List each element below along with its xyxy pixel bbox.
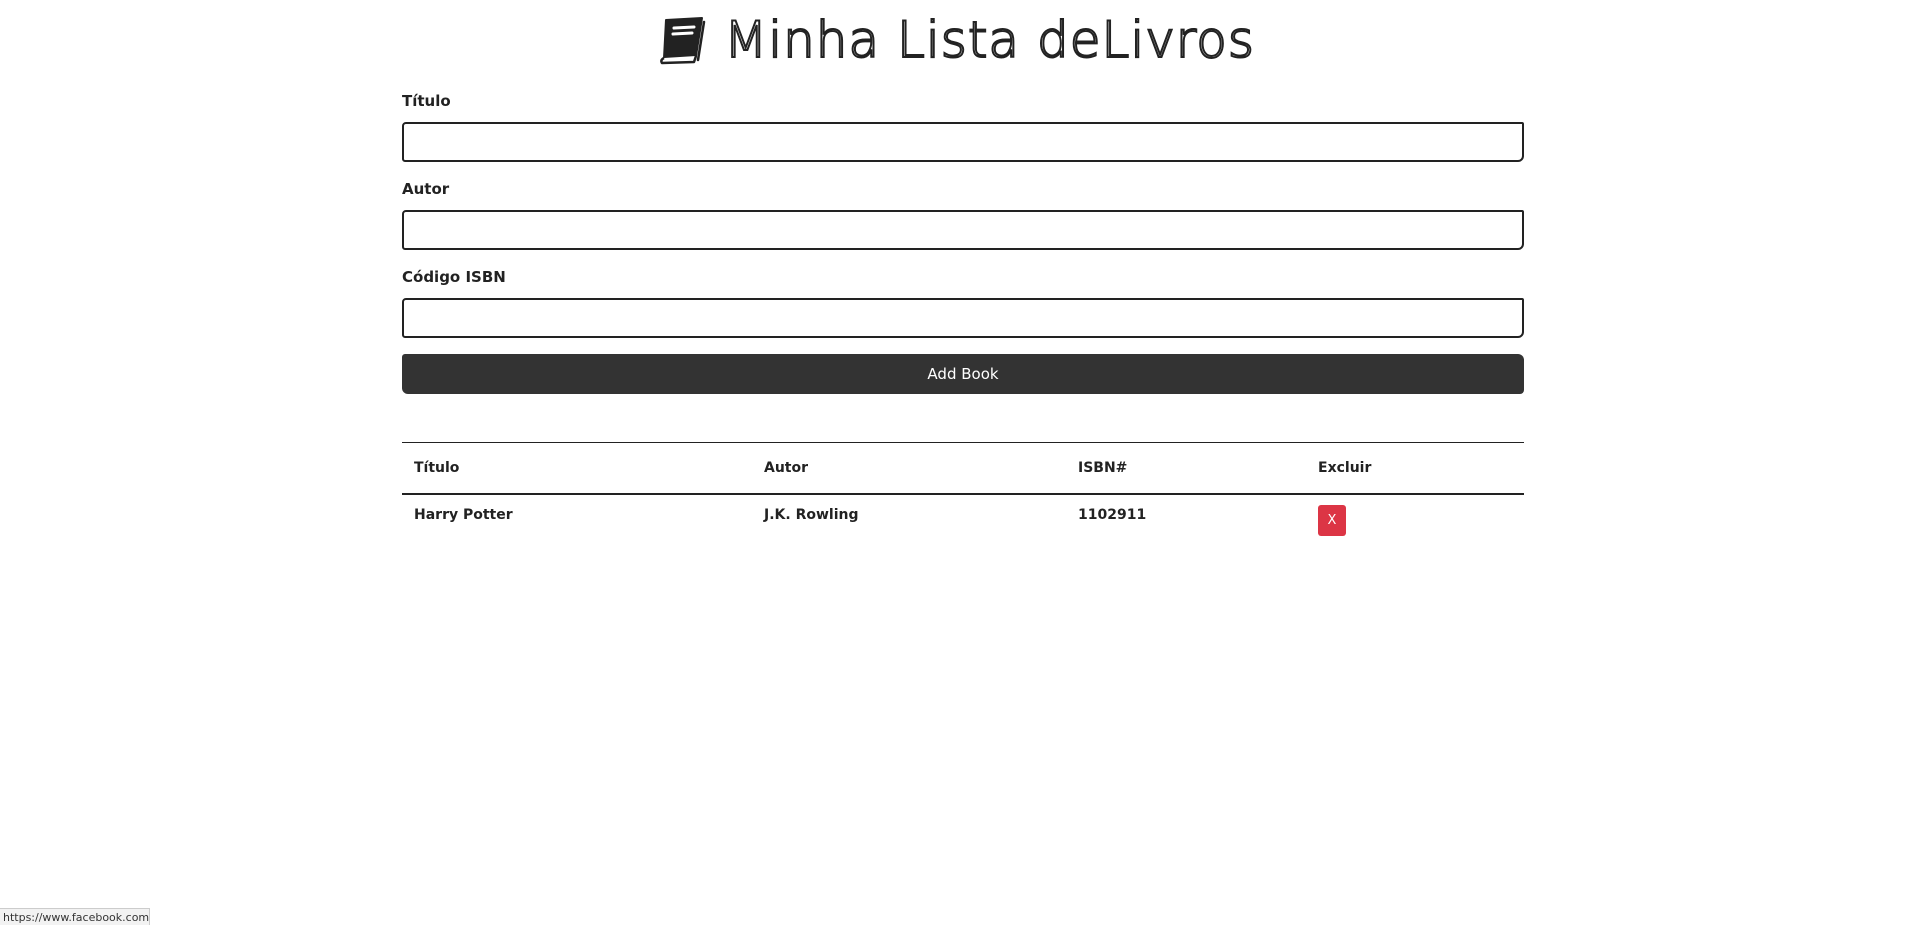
book-list: Harry Potter J.K. Rowling 1102911 X <box>402 494 1524 548</box>
delete-book-button[interactable]: X <box>1318 505 1346 536</box>
column-header-delete: Excluir <box>1306 442 1524 495</box>
table-row: Harry Potter J.K. Rowling 1102911 X <box>402 494 1524 548</box>
author-input[interactable] <box>402 210 1524 250</box>
title-form-group: Título <box>402 90 1524 162</box>
book-author-cell: J.K. Rowling <box>764 507 859 523</box>
book-icon <box>660 17 706 65</box>
isbn-label: Código ISBN <box>402 268 506 286</box>
isbn-form-group: Código ISBN <box>402 266 1524 338</box>
book-form: Título Autor Código ISBN Add Book <box>402 90 1524 394</box>
book-title-cell: Harry Potter <box>414 507 513 523</box>
header: Minha Lista deLivros <box>0 14 1911 66</box>
book-isbn-cell: 1102911 <box>1078 507 1147 523</box>
author-form-group: Autor <box>402 178 1524 250</box>
table-header-row: Título Autor ISBN# Excluir <box>402 442 1524 495</box>
status-bar-url: https://www.facebook.com <box>0 908 150 925</box>
column-header-title: Título <box>402 442 752 495</box>
add-book-button[interactable]: Add Book <box>402 354 1524 394</box>
column-header-author: Autor <box>752 442 1066 495</box>
book-form-container: Título Autor Código ISBN Add Book Título… <box>402 90 1524 548</box>
title-label: Título <box>402 92 451 110</box>
book-list-table: Título Autor ISBN# Excluir Harry Potter … <box>402 442 1524 548</box>
book-delete-cell: X <box>1306 494 1524 548</box>
table-header: Título Autor ISBN# Excluir <box>402 442 1524 495</box>
column-header-isbn: ISBN# <box>1066 442 1306 495</box>
title-input[interactable] <box>402 122 1524 162</box>
page: Minha Lista deLivros Título Autor Código… <box>0 0 1911 925</box>
page-title: Minha Lista deLivros <box>723 11 1255 69</box>
author-label: Autor <box>402 180 450 198</box>
isbn-input[interactable] <box>402 298 1524 338</box>
